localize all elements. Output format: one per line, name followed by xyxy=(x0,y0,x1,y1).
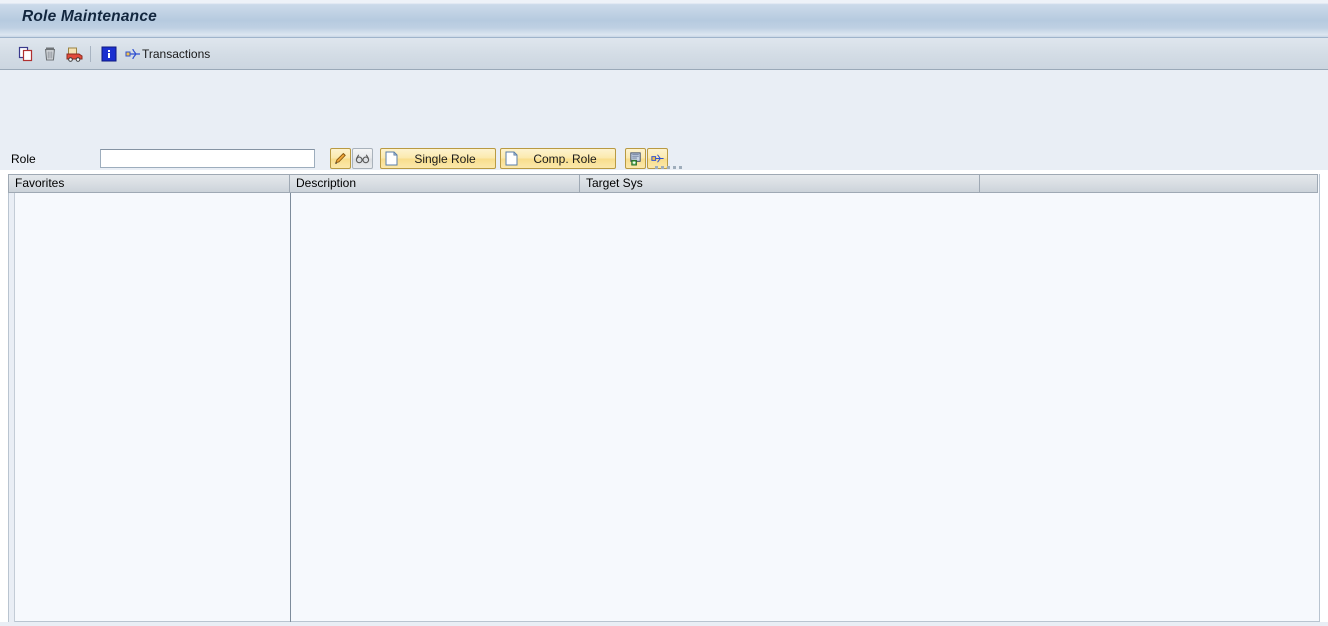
transactions-icon[interactable] xyxy=(124,45,142,63)
transport-truck-icon[interactable] xyxy=(65,45,83,63)
page-title: Role Maintenance xyxy=(22,8,157,25)
window-title-bar: Role Maintenance xyxy=(0,0,1328,38)
table-row-selector-column xyxy=(9,193,15,622)
column-header-description[interactable]: Description xyxy=(290,174,580,193)
toolbar-separator xyxy=(90,46,91,62)
main-toolbar: Transactions © www.tutorialkart.com xyxy=(0,38,1328,101)
favorites-table xyxy=(8,174,1320,622)
copy-icon[interactable] xyxy=(17,45,35,63)
grip-dot xyxy=(679,166,682,169)
column-header-empty[interactable] xyxy=(980,174,1318,193)
window-bottom-strip xyxy=(0,622,1328,626)
splitter-grip[interactable] xyxy=(655,166,687,171)
grip-dot xyxy=(667,166,670,169)
table-column-divider xyxy=(290,193,291,622)
column-header-favorites[interactable]: Favorites xyxy=(8,174,290,193)
grip-dot xyxy=(661,166,664,169)
delete-trash-icon[interactable] xyxy=(41,45,59,63)
grip-dot xyxy=(673,166,676,169)
table-header-row: Favorites Description Target Sys xyxy=(8,174,1320,193)
column-header-target-sys[interactable]: Target Sys xyxy=(580,174,980,193)
transactions-label[interactable]: Transactions xyxy=(142,47,210,61)
grip-dot xyxy=(655,166,658,169)
information-icon[interactable] xyxy=(100,45,118,63)
